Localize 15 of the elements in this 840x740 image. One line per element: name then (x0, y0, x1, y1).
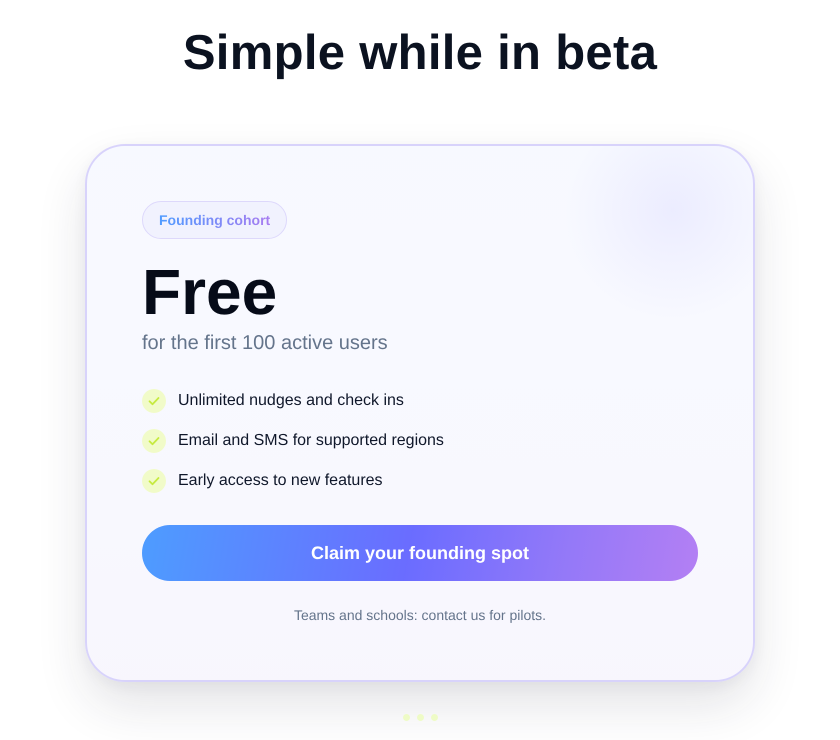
dot-icon (430, 714, 438, 721)
cohort-badge: Founding cohort (142, 201, 288, 239)
feature-text: Email and SMS for supported regions (178, 432, 444, 450)
check-icon (142, 469, 166, 493)
claim-button[interactable]: Claim your founding spot (142, 525, 698, 581)
footnote-text: Teams and schools: contact us for pilots. (294, 606, 546, 625)
check-icon (142, 429, 166, 453)
feature-text: Early access to new features (178, 472, 383, 490)
price-text: Free (142, 259, 278, 325)
price-note: for the first 100 active users (142, 331, 388, 355)
dot-icon (416, 714, 424, 721)
dot-icon (402, 714, 410, 721)
feature-text: Unlimited nudges and check ins (178, 392, 404, 410)
check-icon (142, 389, 166, 413)
section-heading: Simple while in beta (182, 25, 658, 82)
